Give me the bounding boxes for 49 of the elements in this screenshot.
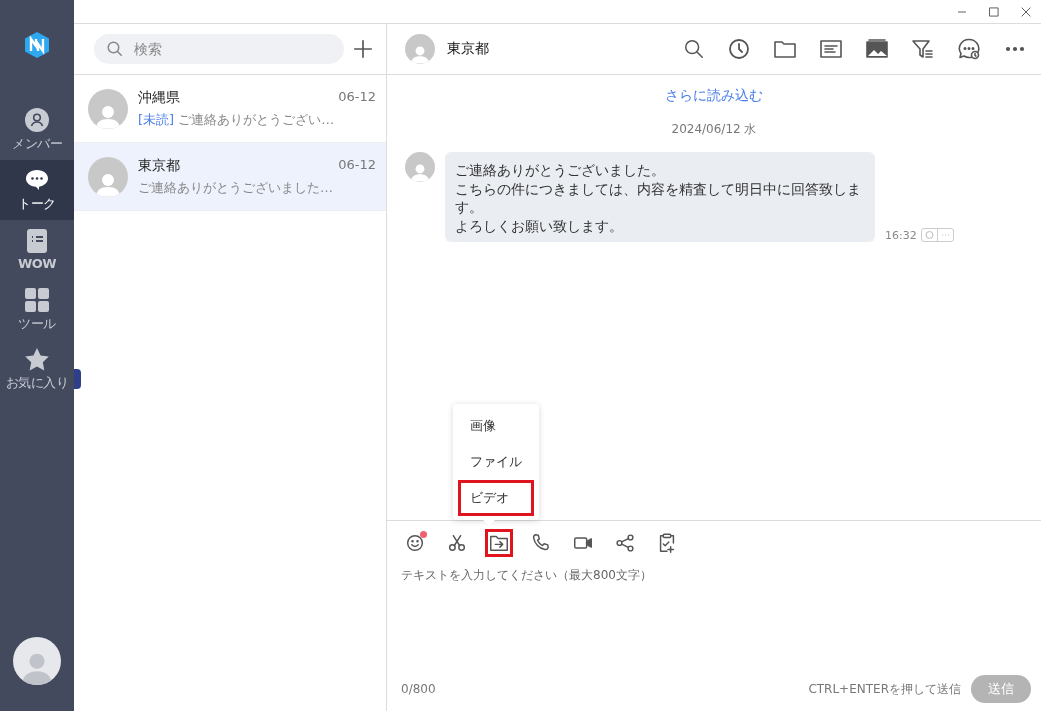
conversation-name: 東京都	[138, 156, 180, 175]
menu-item[interactable]: 画像	[458, 408, 534, 444]
conversation-date: 06-12	[338, 88, 376, 106]
add-icon[interactable]	[352, 38, 374, 60]
conversation-date: 06-12	[338, 156, 376, 174]
conversation-name: 沖縄県	[138, 88, 180, 107]
menu-item[interactable]: ビデオ	[458, 480, 534, 516]
avatar	[405, 152, 435, 182]
chat-bubble-icon	[24, 167, 50, 192]
grid-icon	[25, 287, 49, 312]
message-line: こちらの件につきましては、内容を精査して明日中に回答致します。	[455, 179, 862, 217]
gallery-icon[interactable]	[865, 37, 889, 61]
user-avatar[interactable]	[13, 637, 61, 685]
app-logo	[25, 32, 49, 58]
notification-dot	[420, 531, 427, 538]
sidebar-item[interactable]: メンバー	[0, 100, 74, 160]
sidebar-item[interactable]: ツール	[0, 280, 74, 340]
document-icon[interactable]	[819, 37, 843, 61]
conversation-item[interactable]: 東京都 06-12 ご連絡ありがとうございました…	[74, 143, 386, 211]
chat-title: 東京都	[447, 40, 490, 58]
date-divider: 2024/06/12 水	[671, 121, 757, 138]
message-preview: [未読] ご連絡ありがとうござい…	[138, 110, 336, 129]
sidebar-item[interactable]: お気に入り	[0, 340, 74, 400]
sidebar-item[interactable]: トーク	[0, 160, 74, 220]
avatar	[405, 34, 435, 64]
message-preview: ご連絡ありがとうございました…	[138, 178, 334, 197]
load-more-link[interactable]: さらに読み込む	[665, 87, 763, 105]
avatar	[88, 156, 128, 197]
search-icon	[106, 40, 124, 58]
send-hint: CTRL+ENTERを押して送信	[808, 680, 961, 698]
chat-history-icon[interactable]	[957, 37, 981, 61]
clock-icon[interactable]	[727, 37, 751, 61]
message-line: ご連絡ありがとうございました。	[455, 161, 666, 180]
message-time: 16:32	[885, 228, 917, 242]
list-icon	[27, 229, 47, 253]
message-line: よろしくお願い致します。	[455, 216, 624, 235]
avatar	[88, 88, 128, 129]
maximize-icon[interactable]	[987, 4, 1001, 19]
expand-handle[interactable]	[74, 369, 81, 389]
menu-item[interactable]: ファイル	[458, 444, 534, 480]
sidebar-item[interactable]: WOW	[0, 220, 74, 280]
person-icon	[25, 107, 49, 132]
search-bar[interactable]: 検索	[94, 34, 344, 64]
search-field[interactable]: 検索	[132, 40, 316, 58]
character-counter: 0/800	[401, 682, 437, 696]
search-icon[interactable]	[683, 38, 705, 60]
close-icon[interactable]	[1019, 4, 1033, 19]
star-icon	[25, 348, 49, 371]
filter-icon[interactable]	[911, 37, 935, 61]
